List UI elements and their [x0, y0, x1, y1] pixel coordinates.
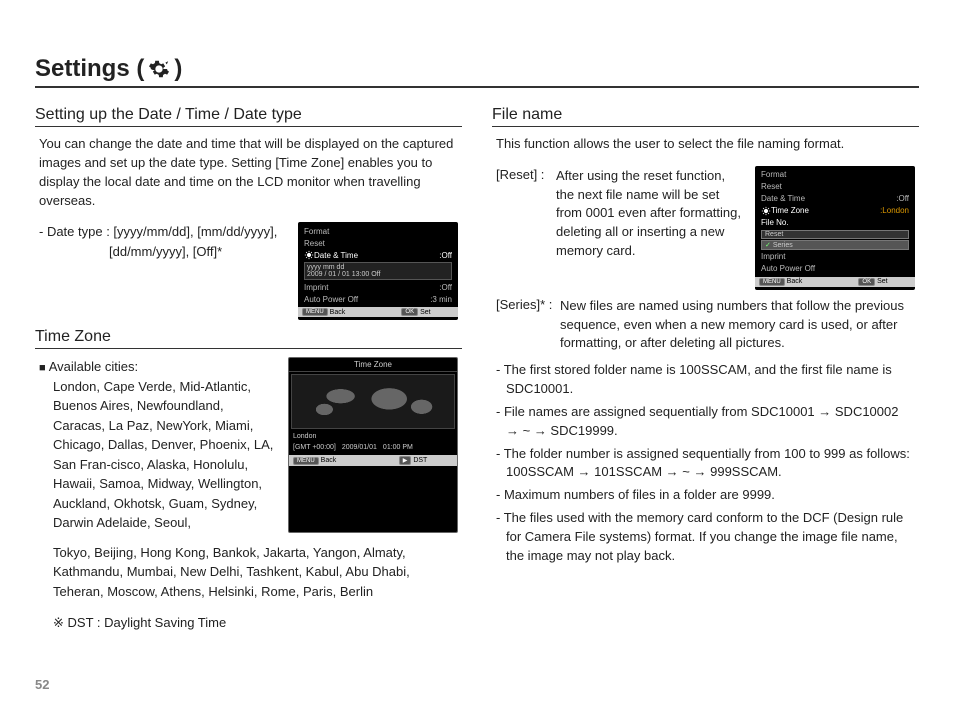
date-type-line2: [dd/mm/yyyy], [Off]* [39, 242, 290, 262]
menu-badge: MENU [759, 278, 785, 286]
tz-cities-part2: Tokyo, Beijing, Hong Kong, Bankok, Jakar… [53, 545, 410, 599]
lcd-value-off: :Off [439, 251, 452, 260]
footer-back: Back [787, 278, 803, 285]
lcd-value-off: :Off [896, 194, 909, 203]
tz-cities-continued: Tokyo, Beijing, Hong Kong, Bankok, Jakar… [39, 543, 458, 602]
left-column: Setting up the Date / Time / Date type Y… [35, 98, 462, 631]
reset-definition: [Reset] : After using the reset function… [496, 166, 745, 290]
date-type-text: - Date type : [yyyy/mm/dd], [mm/dd/yyyy]… [39, 222, 290, 320]
lcd-value-imprint: :Off [439, 283, 452, 292]
footer-back: Back [321, 457, 337, 464]
lcd-tz-time: 01:00 PM [383, 444, 413, 451]
date-intro-text: You can change the date and time that wi… [39, 135, 458, 210]
lcd-tz-date: 2009/01/01 [342, 444, 377, 451]
lcd-tz-city: London [293, 433, 316, 440]
lcd-item-datetime: Date & Time [314, 251, 439, 260]
lcd-format-label: yyyy mm dd [307, 264, 449, 271]
ok-badge: OK [858, 278, 875, 286]
ok-badge: OK [401, 308, 418, 316]
title-text-b: ) [174, 55, 182, 83]
series-definition: [Series]* : New files are named using nu… [496, 296, 915, 353]
bullet-dcf: - The files used with the memory card co… [496, 509, 915, 566]
lcd-item-fileno: File No. [761, 218, 909, 227]
lcd-footer: MENUBack OKSet [755, 277, 915, 287]
lcd-value-london: :London [880, 206, 909, 215]
lcd-value-autopower: :3 min [430, 295, 452, 304]
bullet-file-seq: - File names are assigned sequentially f… [496, 403, 915, 441]
lcd-item-format: Format [761, 170, 909, 179]
menu-badge: MENU [302, 308, 328, 316]
lcd-item-reset: Reset [304, 239, 452, 248]
lcd-inline-box: yyyy mm dd 2009 / 01 / 01 13:00 Off [304, 262, 452, 280]
lcd-item-timezone: Time Zone [771, 206, 880, 215]
lcd-item-format: Format [304, 227, 452, 236]
bullet-folder-seq: - The folder number is assigned sequenti… [496, 445, 915, 483]
lcd-item-reset: Reset [761, 182, 909, 191]
lcd-tz-title: Time Zone [289, 358, 457, 372]
lcd-item-autopower: Auto Power Off [761, 264, 909, 273]
page-title: Settings ( ) [35, 55, 919, 88]
series-body: New files are named using numbers that f… [496, 297, 915, 354]
lcd-item-autopower: Auto Power Off [304, 295, 430, 304]
footer-dst: DST [413, 457, 427, 464]
page-number: 52 [35, 677, 49, 692]
footer-set: Set [420, 309, 431, 316]
world-map-icon [291, 374, 455, 429]
tz-cities-block: Available cities: London, Cape Verde, Mi… [39, 357, 278, 533]
lcd-option-series: Series [761, 240, 909, 250]
lcd-tz-gmt: [GMT +00:00] [293, 444, 336, 451]
lcd-item-datetime: Date & Time [761, 194, 896, 203]
file-bullets: - The first stored folder name is 100SSC… [496, 361, 915, 565]
footer-back: Back [330, 309, 346, 316]
heading-file-name: File name [492, 106, 919, 127]
lcd-screenshot-filename: Format Reset Date & Time:Off Time Zone:L… [755, 166, 915, 290]
lcd-footer: MENUBack OKSet [298, 307, 458, 317]
lcd-item-imprint: Imprint [761, 252, 909, 261]
filename-intro: This function allows the user to select … [496, 135, 915, 154]
bullet-folder-name: - The first stored folder name is 100SSC… [496, 361, 915, 399]
tz-cities-part1: London, Cape Verde, Mid-Atlantic, Buenos… [39, 377, 278, 533]
play-badge: ▶ [399, 456, 412, 465]
title-text-a: Settings ( [35, 55, 144, 83]
date-type-line1: - Date type : [yyyy/mm/dd], [mm/dd/yyyy]… [39, 224, 277, 239]
heading-time-zone: Time Zone [35, 328, 462, 349]
gear-icon [304, 250, 314, 260]
lcd-option-reset: Reset [761, 230, 909, 239]
right-column: File name This function allows the user … [492, 98, 919, 631]
lcd-screenshot-timezone: Time Zone London [GMT +00:00] 2009/01/01… [288, 357, 458, 533]
reset-label: [Reset] : [496, 166, 544, 185]
gear-icon [761, 206, 771, 216]
dst-note: ※ DST : Daylight Saving Time [53, 615, 458, 631]
footer-set: Set [877, 278, 888, 285]
bullet-max-files: - Maximum numbers of files in a folder a… [496, 486, 915, 505]
menu-badge: MENU [293, 457, 319, 465]
gear-icon [148, 58, 170, 80]
lcd-screenshot-date: Format Reset Date & Time :Off yyyy mm dd… [298, 222, 458, 320]
heading-date-time: Setting up the Date / Time / Date type [35, 106, 462, 127]
series-label: [Series]* : [496, 296, 552, 315]
tz-label: Available cities: [39, 359, 138, 374]
lcd-footer: MENUBack ▶DST [289, 455, 457, 466]
lcd-item-imprint: Imprint [304, 283, 439, 292]
lcd-date-value: 2009 / 01 / 01 13:00 Off [307, 271, 449, 278]
